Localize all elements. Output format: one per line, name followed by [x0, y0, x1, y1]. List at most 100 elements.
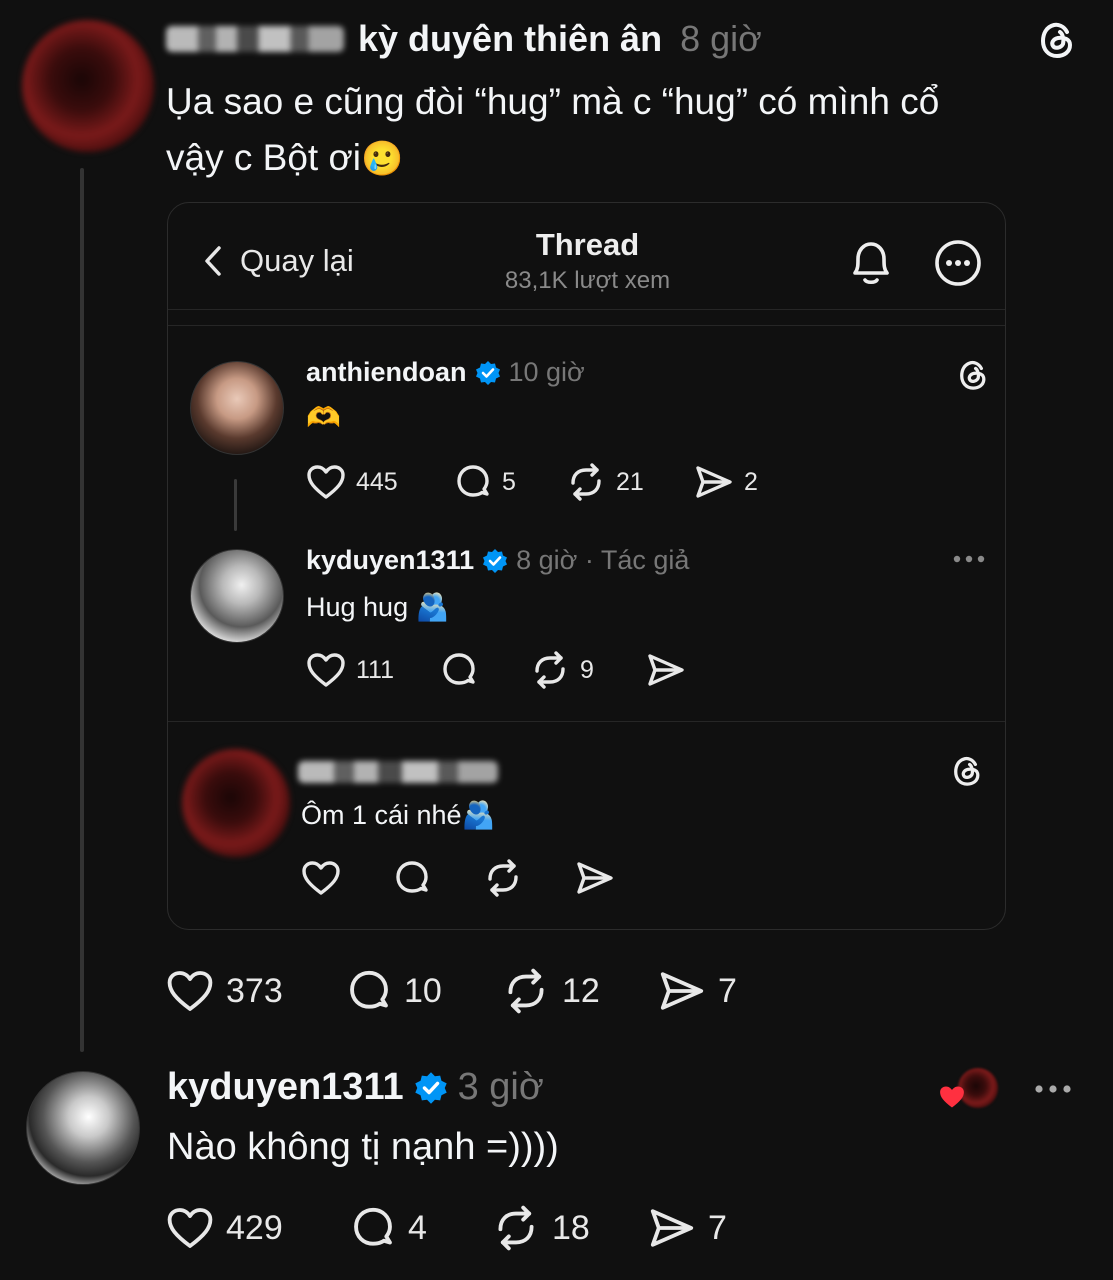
like-button[interactable]: 373: [166, 969, 346, 1013]
redacted-username: [166, 26, 344, 52]
reply-button[interactable]: [393, 859, 483, 897]
avatar[interactable]: [190, 361, 284, 455]
action-bar: 373 10 12 7: [166, 968, 737, 1014]
username[interactable]: kyduyen1311: [167, 1066, 404, 1109]
divider: [168, 309, 1005, 310]
like-button[interactable]: 445: [306, 464, 454, 500]
post-time: 10 giờ: [508, 357, 585, 387]
share-button[interactable]: 2: [694, 464, 758, 500]
repost-icon: [535, 651, 565, 689]
action-bar: 111 9: [306, 651, 686, 689]
post-header: anthiendoan 10 giờ: [306, 357, 585, 388]
post-text-line: vậy c Bột ơi: [166, 137, 361, 178]
post-text: Ôm 1 cái nhé🫂: [301, 800, 496, 830]
send-icon: [648, 654, 684, 686]
reply-header: kyduyen1311 3 giờ: [167, 1066, 544, 1109]
thread-line: [234, 479, 237, 531]
reply-text: Nào không tị nạnh =)))): [167, 1126, 559, 1168]
post-time: 8 giờ: [680, 18, 762, 59]
like-button[interactable]: 111: [306, 652, 440, 688]
avatar[interactable]: [22, 20, 154, 152]
repost-count: 18: [552, 1208, 590, 1247]
post-text: Ụa sao e cũng đòi “hug” mà c “hug” có mì…: [166, 74, 1066, 187]
reply-count: 4: [408, 1208, 427, 1247]
author-display-name[interactable]: kỳ duyên thiên ân: [358, 18, 662, 59]
liked-by-author-indicator[interactable]: [938, 1068, 1002, 1112]
username[interactable]: anthiendoan: [306, 357, 467, 388]
divider: [168, 721, 1005, 722]
share-count: 2: [744, 467, 758, 496]
share-button[interactable]: [575, 860, 615, 896]
share-count: 7: [718, 971, 737, 1010]
reply-button[interactable]: 5: [454, 463, 566, 501]
threads-logo-icon[interactable]: [1036, 18, 1080, 62]
share-button[interactable]: 7: [648, 1206, 727, 1250]
redacted-username: [298, 761, 498, 783]
heart-icon: [307, 653, 345, 687]
post-time: 8 giờ · Tác giả: [516, 545, 690, 575]
reply-button[interactable]: [440, 651, 530, 689]
repost-button[interactable]: 21: [566, 463, 694, 501]
embedded-thread-card[interactable]: Quay lại Thread 83,1K lượt xem anthiendo…: [167, 202, 1006, 930]
reply-time: 3 giờ: [457, 1066, 544, 1108]
heart-icon: [302, 861, 340, 895]
reply-icon: [350, 970, 388, 1009]
share-button[interactable]: [646, 652, 686, 688]
reply-icon: [354, 1207, 392, 1246]
repost-icon: [508, 968, 544, 1014]
more-options-icon[interactable]: [1034, 1080, 1072, 1103]
repost-count: 21: [616, 467, 644, 496]
repost-button[interactable]: 12: [502, 968, 658, 1014]
reply-icon: [396, 861, 428, 893]
like-button[interactable]: 429: [166, 1206, 350, 1250]
avatar[interactable]: [26, 1071, 140, 1185]
heart-icon: [307, 465, 345, 499]
post-text: 🫶: [306, 402, 341, 433]
thread-line: [80, 168, 84, 1052]
repost-button[interactable]: [483, 859, 575, 897]
send-icon: [660, 972, 704, 1010]
heart-icon: [167, 1208, 213, 1248]
reply-count: 10: [404, 971, 442, 1010]
share-button[interactable]: 7: [658, 969, 737, 1013]
action-bar: [301, 859, 615, 897]
reply-icon: [457, 465, 489, 497]
verified-badge-icon: [414, 1071, 447, 1104]
repost-button[interactable]: 18: [492, 1205, 648, 1251]
send-icon: [577, 862, 613, 894]
post-header: kyduyen1311 8 giờ · Tác giả: [306, 545, 689, 576]
like-count: 111: [356, 655, 395, 684]
like-count: 429: [226, 1208, 283, 1247]
threads-logo-icon[interactable]: [956, 357, 992, 398]
bell-icon[interactable]: [847, 237, 895, 292]
emoji-icon: 🥲: [360, 140, 404, 178]
more-options-icon[interactable]: [952, 551, 986, 572]
heart-filled-icon: [940, 1086, 964, 1108]
action-bar: 429 4 18 7: [166, 1205, 727, 1251]
send-icon: [650, 1209, 694, 1247]
post-text-line: Ụa sao e cũng đòi “hug” mà c “hug” có mì…: [166, 81, 940, 122]
threads-logo-icon[interactable]: [950, 753, 986, 794]
repost-button[interactable]: 9: [530, 651, 646, 689]
avatar[interactable]: [182, 749, 290, 857]
verified-badge-icon: [475, 360, 500, 385]
username[interactable]: kyduyen1311: [306, 545, 474, 576]
like-count: 445: [356, 467, 398, 496]
post-header: kỳ duyên thiên ân 8 giờ: [358, 18, 762, 60]
send-icon: [696, 466, 732, 498]
divider: [168, 325, 1005, 326]
avatar[interactable]: [190, 549, 284, 643]
reply-count: 5: [502, 467, 516, 496]
reply-button[interactable]: 4: [350, 1205, 492, 1251]
repost-icon: [498, 1205, 534, 1251]
repost-icon: [571, 463, 601, 501]
heart-icon: [167, 971, 213, 1011]
more-options-icon[interactable]: [933, 238, 983, 293]
repost-count: 12: [562, 971, 600, 1010]
share-count: 7: [708, 1208, 727, 1247]
verified-badge-icon: [483, 548, 508, 573]
post-text: Hug hug 🫂: [306, 592, 450, 622]
like-button[interactable]: [301, 860, 393, 896]
repost-count: 9: [580, 655, 594, 684]
reply-button[interactable]: 10: [346, 968, 502, 1014]
